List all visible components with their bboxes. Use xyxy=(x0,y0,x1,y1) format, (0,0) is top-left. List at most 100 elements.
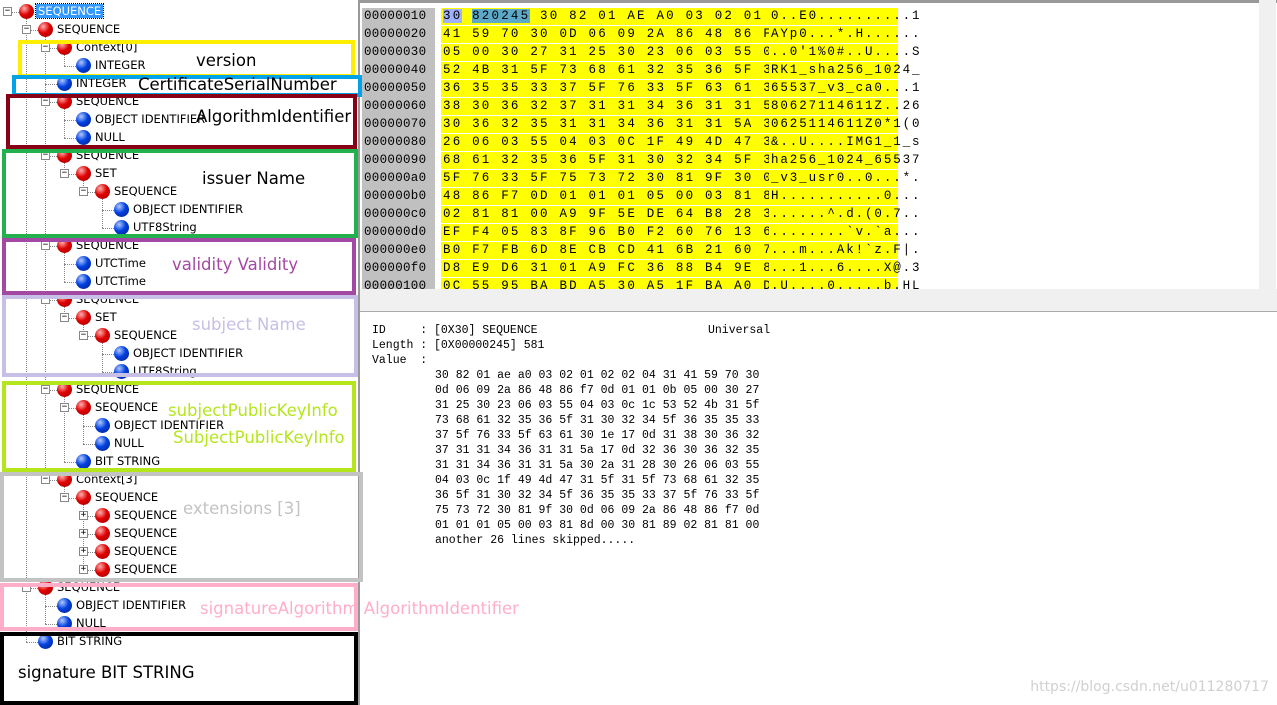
hex-byte[interactable]: 5F xyxy=(530,171,549,185)
hex-byte[interactable]: 02 xyxy=(491,9,511,23)
hex-byte[interactable]: B0 xyxy=(443,243,462,257)
hex-byte[interactable]: 5E xyxy=(618,207,637,221)
hex-byte[interactable]: EF xyxy=(443,225,462,239)
hex-row[interactable]: 00000060 :38 30 36 32 37 31 31 34 36 31 … xyxy=(360,98,1277,132)
hex-byte[interactable]: 37 xyxy=(559,81,578,95)
hex-byte[interactable]: 68 xyxy=(589,63,608,77)
hex-row[interactable]: 000000b0 :48 86 F7 0D 01 01 01 05 00 03 … xyxy=(360,188,1277,222)
hex-byte[interactable]: 73 xyxy=(589,171,608,185)
hex-row[interactable]: 00000080 :26 06 03 55 04 03 0C 1F 49 4D … xyxy=(360,134,1277,168)
hex-byte[interactable]: 30 xyxy=(443,9,463,23)
hex-byte[interactable]: 5F xyxy=(443,171,462,185)
hex-byte[interactable]: 06 xyxy=(472,135,491,149)
hex-row[interactable]: 00000070 :30 36 32 35 31 31 34 36 31 31 … xyxy=(360,116,1277,150)
hex-row[interactable]: 00000040 :52 4B 31 5F 73 68 61 32 35 36 … xyxy=(360,62,1277,96)
hex-byte[interactable]: 31 xyxy=(618,99,637,113)
hex-byte[interactable]: 31 xyxy=(676,117,695,131)
hex-byte[interactable]: 05 xyxy=(501,225,520,239)
hex-byte[interactable]: 5A xyxy=(734,117,753,131)
hex-byte[interactable]: 70 xyxy=(501,27,520,41)
hex-byte[interactable]: 36 xyxy=(647,117,666,131)
hex-byte[interactable]: B0 xyxy=(618,225,637,239)
horizontal-scrollbar[interactable] xyxy=(360,289,1277,300)
hex-byte[interactable]: A9 xyxy=(559,207,578,221)
hex-byte[interactable]: 32 xyxy=(530,99,549,113)
hex-byte[interactable]: 4D xyxy=(705,135,724,149)
hex-byte[interactable]: B4 xyxy=(705,261,724,275)
collapse-icon[interactable]: − xyxy=(3,7,12,16)
hex-byte[interactable]: 01 xyxy=(598,9,617,23)
hex-byte[interactable]: F2 xyxy=(647,225,666,239)
hex-ascii[interactable]: H...........0... xyxy=(769,188,920,205)
hex-byte[interactable]: 02 xyxy=(715,9,734,23)
hex-byte[interactable]: 05 xyxy=(647,189,666,203)
hex-byte[interactable]: 31 xyxy=(734,99,753,113)
hex-byte[interactable]: 35 xyxy=(676,63,695,77)
hex-byte[interactable]: 72 xyxy=(618,171,637,185)
hex-byte[interactable]: 60 xyxy=(734,243,753,257)
hex-byte[interactable]: 36 xyxy=(501,99,520,113)
hex-ascii[interactable]: ...m...Ak!`z.F|. xyxy=(769,242,920,259)
hex-ascii[interactable]: ..0'1%0#..U....S xyxy=(769,44,920,61)
hex-byte[interactable]: 34 xyxy=(647,99,666,113)
hex-byte[interactable]: 61 xyxy=(618,63,637,77)
hex-byte[interactable]: 31 xyxy=(589,117,608,131)
hex-byte[interactable]: 6B xyxy=(676,243,695,257)
hex-byte[interactable]: 52 xyxy=(443,63,462,77)
vertical-scrollbar[interactable] xyxy=(1259,0,1276,290)
hex-byte[interactable]: 48 xyxy=(443,189,462,203)
hex-byte[interactable]: 64 xyxy=(676,207,695,221)
hex-byte[interactable]: 36 xyxy=(472,117,491,131)
hex-byte[interactable]: 06 xyxy=(676,45,695,59)
hex-byte[interactable]: 9F xyxy=(705,171,724,185)
hex-byte[interactable]: 5F xyxy=(676,81,695,95)
hex-byte[interactable]: 5F xyxy=(530,63,549,77)
hex-byte[interactable]: FB xyxy=(501,243,520,257)
hex-byte[interactable]: 03 xyxy=(705,45,724,59)
hex-byte[interactable]: 31 xyxy=(530,261,549,275)
hex-byte[interactable]: 34 xyxy=(618,117,637,131)
hex-byte[interactable]: 00 xyxy=(530,207,549,221)
hex-byte[interactable]: 5F xyxy=(589,81,608,95)
hex-byte[interactable]: 38 xyxy=(443,99,462,113)
hex-byte[interactable]: 9F xyxy=(589,207,608,221)
hex-byte[interactable]: 30 xyxy=(647,153,666,167)
hex-ascii[interactable]: _v3_usr0..0...*. xyxy=(769,170,920,187)
hex-byte[interactable]: AE xyxy=(627,9,646,23)
hex-ascii[interactable]: ........`v.`a... xyxy=(769,224,920,241)
hex-byte[interactable]: 30 xyxy=(618,45,637,59)
hex-byte[interactable]: 30 xyxy=(472,99,491,113)
hex-byte[interactable]: 1F xyxy=(647,135,666,149)
hex-byte[interactable]: 28 xyxy=(734,207,753,221)
hex-byte[interactable]: 30 xyxy=(540,9,559,23)
hex-byte[interactable]: 01 xyxy=(559,189,578,203)
hex-row[interactable]: 000000d0 :EF F4 05 83 8F 96 B0 F2 60 76 … xyxy=(360,224,1277,258)
hex-byte[interactable]: 88 xyxy=(676,261,695,275)
hex-byte[interactable]: 61 xyxy=(734,81,753,95)
hex-byte[interactable]: 32 xyxy=(501,153,520,167)
hex-byte[interactable]: 0D xyxy=(559,27,578,41)
hex-view[interactable]: 00000010 :30 820245 30 82 01 AE A0 03 02… xyxy=(360,0,1277,300)
hex-byte[interactable]: 02 xyxy=(443,207,462,221)
hex-byte[interactable]: 2A xyxy=(647,27,666,41)
hex-byte[interactable]: 00 xyxy=(676,189,695,203)
hex-byte[interactable]: CD xyxy=(618,243,637,257)
hex-byte[interactable]: 36 xyxy=(443,81,462,95)
hex-byte[interactable]: 76 xyxy=(618,81,637,95)
hex-byte[interactable]: E9 xyxy=(472,261,491,275)
hex-byte[interactable]: 34 xyxy=(705,153,724,167)
hex-byte[interactable]: 03 xyxy=(501,135,520,149)
hex-byte[interactable]: 81 xyxy=(472,207,491,221)
hex-ascii[interactable]: RK1_sha256_1024_ xyxy=(769,62,920,79)
hex-byte[interactable]: 0C xyxy=(618,135,637,149)
hex-byte[interactable]: 59 xyxy=(472,27,491,41)
hex-byte[interactable]: 30 xyxy=(734,171,753,185)
hex-byte[interactable]: 0D xyxy=(530,189,549,203)
hex-byte[interactable]: 35 xyxy=(530,117,549,131)
hex-byte[interactable]: FC xyxy=(618,261,637,275)
hex-ascii[interactable]: 0625114611Z0*1(0 xyxy=(769,116,920,133)
hex-byte[interactable]: 33 xyxy=(647,81,666,95)
hex-row[interactable]: 00000030 :05 00 30 27 31 25 30 23 06 03 … xyxy=(360,44,1277,78)
hex-byte[interactable]: 36 xyxy=(676,99,695,113)
hex-byte[interactable]: 32 xyxy=(501,117,520,131)
